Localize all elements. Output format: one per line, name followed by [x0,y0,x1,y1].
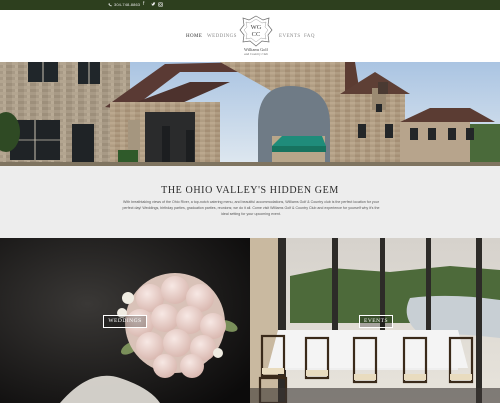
instagram-icon[interactable] [158,2,163,9]
nav-home[interactable]: HOME [186,34,202,39]
intro-section: THE OHIO VALLEY'S HIDDEN GEM With breath… [0,166,500,238]
site-header: HOME WEDDINGS WG CC Williams Golf and Co… [0,10,500,62]
svg-text:CC: CC [252,31,261,38]
weddings-label[interactable]: WEDDINGS [103,315,147,328]
nav-events[interactable]: EVENTS [279,34,301,39]
site-logo[interactable]: WG CC Williams Golf and Country Club [235,14,277,58]
events-label[interactable]: EVENTS [359,315,393,328]
nav-weddings[interactable]: WEDDINGS [207,34,237,39]
events-tile[interactable]: EVENTS [250,238,500,403]
intro-text: With breathtaking views of the Ohio Rive… [122,200,380,216]
hero-image-clubhouse [0,62,500,166]
svg-text:WG: WG [251,24,262,31]
twitter-icon[interactable] [151,2,156,9]
weddings-tile[interactable]: WEDDINGS [0,238,250,403]
nav-faq[interactable]: FAQ [304,34,315,39]
top-bar: 304-748-8863 f [0,0,500,10]
phone-text: 304-748-8863 [114,2,141,7]
phone-icon [108,3,112,7]
logo-tagline: and Country Club [244,52,268,56]
facebook-icon[interactable]: f [143,2,144,7]
intro-heading: THE OHIO VALLEY'S HIDDEN GEM [161,185,339,196]
phone-number[interactable]: 304-748-8863 [108,2,140,7]
